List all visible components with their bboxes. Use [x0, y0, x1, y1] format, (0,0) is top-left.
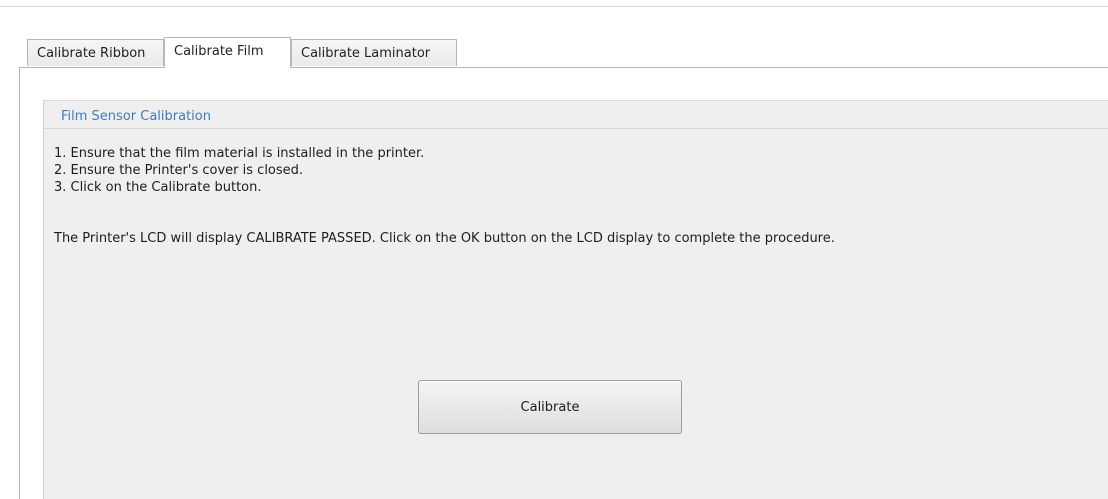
- lcd-note: The Printer's LCD will display CALIBRATE…: [54, 231, 835, 246]
- instruction-list: 1. Ensure that the film material is inst…: [54, 145, 424, 196]
- instruction-step: 3. Click on the Calibrate button.: [54, 180, 262, 195]
- tab-content-pane: Film Sensor Calibration 1. Ensure that t…: [19, 67, 1108, 499]
- top-divider: [0, 6, 1108, 7]
- section-divider: [44, 128, 1108, 129]
- section-title: Film Sensor Calibration: [61, 109, 211, 124]
- instruction-step: 1. Ensure that the film material is inst…: [54, 146, 425, 161]
- tab-calibrate-film[interactable]: Calibrate Film: [164, 37, 291, 68]
- calibrate-button[interactable]: Calibrate: [418, 380, 682, 434]
- calibration-window: Calibrate Ribbon Calibrate Film Calibrat…: [0, 0, 1108, 499]
- instruction-step: 2. Ensure the Printer's cover is closed.: [54, 163, 304, 178]
- tab-calibrate-laminator[interactable]: Calibrate Laminator: [291, 39, 457, 66]
- tab-calibrate-ribbon[interactable]: Calibrate Ribbon: [27, 39, 164, 66]
- film-calibration-panel: Film Sensor Calibration 1. Ensure that t…: [43, 100, 1108, 499]
